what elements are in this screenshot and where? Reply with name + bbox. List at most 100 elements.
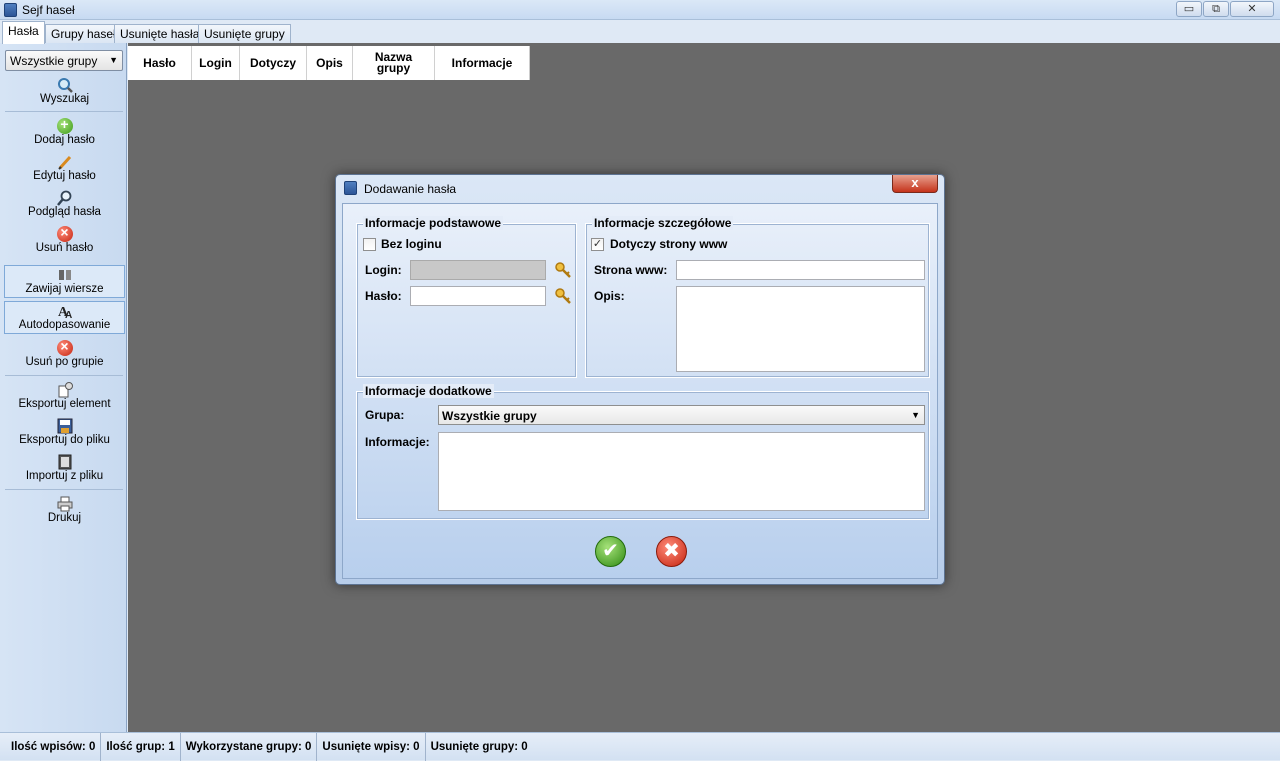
autofit-icon: AA: [58, 305, 72, 319]
details-info-group: Informacje szczegółowe ✓ Dotyczy strony …: [585, 216, 930, 378]
group-select-value: Wszystkie grupy: [442, 409, 537, 423]
export-element-icon: [58, 382, 73, 398]
column-header-group-name[interactable]: Nazwa grupy: [353, 46, 435, 80]
edit-password-button[interactable]: Edytuj hasło: [4, 154, 125, 182]
column-header-password[interactable]: Hasło: [128, 46, 192, 80]
information-label: Informacje:: [365, 435, 430, 449]
floppy-icon: [57, 418, 72, 434]
edit-password-label: Edytuj hasło: [33, 170, 96, 182]
window-title: Sejf haseł: [22, 3, 75, 17]
additional-info-legend: Informacje dodatkowe: [363, 384, 494, 398]
close-window-button[interactable]: ✕: [1230, 1, 1274, 17]
import-from-file-button[interactable]: Importuj z pliku: [4, 454, 125, 482]
no-login-checkbox[interactable]: [363, 238, 376, 251]
group-filter-value: Wszystkie grupy: [10, 54, 98, 68]
tab-password-groups[interactable]: Grupy haseł: [45, 24, 122, 43]
tab-bar: Hasła Grupy haseł Usunięte hasła Usunięt…: [0, 21, 1280, 44]
preview-password-label: Podgląd hasła: [28, 206, 101, 218]
pencil-icon: [57, 155, 71, 170]
column-header-applies-to[interactable]: Dotyczy: [240, 46, 307, 80]
autofit-label: Autodopasowanie: [18, 319, 111, 331]
wrap-icon: [58, 270, 71, 280]
key-icon[interactable]: [554, 287, 572, 305]
status-entries-count: Ilość wpisów: 0: [6, 733, 102, 761]
title-bar: Sejf haseł ▭ ⧉ ✕: [0, 0, 1280, 20]
key-icon[interactable]: [554, 261, 572, 279]
confirm-button[interactable]: ✔: [595, 536, 626, 567]
dialog-body: Informacje podstawowe Bez loginu Login: …: [342, 203, 938, 579]
status-deleted-groups: Usunięte grupy: 0: [430, 741, 528, 753]
password-label: Hasło:: [365, 289, 402, 303]
export-element-label: Eksportuj element: [18, 398, 111, 410]
add-password-dialog: Dodawanie hasła x Informacje podstawowe …: [335, 174, 945, 585]
add-password-button[interactable]: Dodaj hasło: [4, 116, 125, 146]
app-icon: [4, 3, 17, 17]
details-info-legend: Informacje szczegółowe: [592, 216, 734, 230]
dialog-close-button[interactable]: x: [892, 175, 938, 193]
information-textarea[interactable]: [438, 432, 925, 511]
login-input[interactable]: [410, 260, 546, 280]
column-header-login[interactable]: Login: [192, 46, 240, 80]
export-to-file-button[interactable]: Eksportuj do pliku: [4, 418, 125, 446]
import-from-file-label: Importuj z pliku: [25, 470, 104, 482]
magnifier-icon: [56, 190, 71, 206]
delete-group-icon: [56, 338, 73, 356]
search-button[interactable]: Wyszukaj: [4, 77, 125, 105]
status-used-groups: Wykorzystane grupy: 0: [181, 733, 318, 761]
website-label: Strona www:: [594, 263, 668, 277]
cancel-button[interactable]: ✖: [656, 536, 687, 567]
status-bar: Ilość wpisów: 0 Ilość grup: 1 Wykorzysta…: [0, 732, 1280, 761]
delete-by-group-button[interactable]: Usuń po grupie: [4, 338, 125, 368]
basic-info-group: Informacje podstawowe Bez loginu Login: …: [356, 216, 577, 378]
autofit-button[interactable]: AA Autodopasowanie: [4, 301, 125, 334]
applies-to-website-checkbox[interactable]: ✓: [591, 238, 604, 251]
status-groups-count: Ilość grup: 1: [101, 733, 181, 761]
print-button[interactable]: Drukuj: [4, 496, 125, 524]
maximize-button[interactable]: ⧉: [1203, 1, 1229, 17]
printer-icon: [57, 496, 72, 512]
delete-password-label: Usuń hasło: [35, 242, 94, 254]
tab-deleted-groups[interactable]: Usunięte grupy: [198, 24, 291, 43]
search-label: Wyszukaj: [39, 93, 90, 105]
divider: [5, 489, 123, 490]
export-to-file-label: Eksportuj do pliku: [19, 434, 110, 446]
column-header-information[interactable]: Informacje: [435, 46, 529, 80]
description-textarea[interactable]: [676, 286, 925, 372]
wrap-rows-label: Zawijaj wiersze: [25, 283, 104, 295]
login-label: Login:: [365, 263, 402, 277]
dialog-title: Dodawanie hasła: [364, 182, 457, 196]
additional-info-group: Informacje dodatkowe Grupa: Wszystkie gr…: [356, 384, 930, 520]
chevron-down-icon: ▼: [911, 410, 920, 420]
tab-deleted-passwords[interactable]: Usunięte hasła: [114, 24, 206, 43]
import-icon: [58, 454, 71, 470]
wrap-rows-button[interactable]: Zawijaj wiersze: [4, 265, 125, 298]
grid-header: Hasło Login Dotyczy Opis Nazwa grupy Inf…: [128, 46, 530, 80]
group-filter-select[interactable]: Wszystkie grupy ▼: [5, 50, 123, 71]
export-element-button[interactable]: Eksportuj element: [4, 382, 125, 410]
website-input[interactable]: [676, 260, 925, 280]
svg-text:A: A: [65, 310, 72, 319]
column-header-description[interactable]: Opis: [307, 46, 353, 80]
description-label: Opis:: [594, 289, 625, 303]
group-select[interactable]: Wszystkie grupy ▼: [438, 405, 925, 425]
no-login-label: Bez loginu: [381, 237, 442, 251]
divider: [5, 375, 123, 376]
password-input[interactable]: [410, 286, 546, 306]
minimize-button[interactable]: ▭: [1176, 1, 1202, 17]
delete-password-button[interactable]: Usuń hasło: [4, 224, 125, 254]
tab-passwords[interactable]: Hasła: [2, 21, 45, 44]
print-label: Drukuj: [47, 512, 82, 524]
status-deleted-entries: Usunięte wpisy: 0: [317, 733, 426, 761]
delete-by-group-label: Usuń po grupie: [25, 356, 104, 368]
basic-info-legend: Informacje podstawowe: [363, 216, 504, 230]
sidebar: Wszystkie grupy ▼ Wyszukaj Dodaj hasło E…: [0, 43, 127, 732]
add-icon: [56, 116, 73, 134]
add-password-label: Dodaj hasło: [34, 134, 95, 146]
dialog-app-icon: [344, 181, 357, 195]
preview-password-button[interactable]: Podgląd hasła: [4, 190, 125, 218]
applies-to-website-label: Dotyczy strony www: [610, 237, 728, 251]
delete-icon: [56, 224, 73, 242]
divider: [5, 111, 123, 112]
group-label: Grupa:: [365, 408, 405, 422]
search-icon: [57, 78, 73, 93]
